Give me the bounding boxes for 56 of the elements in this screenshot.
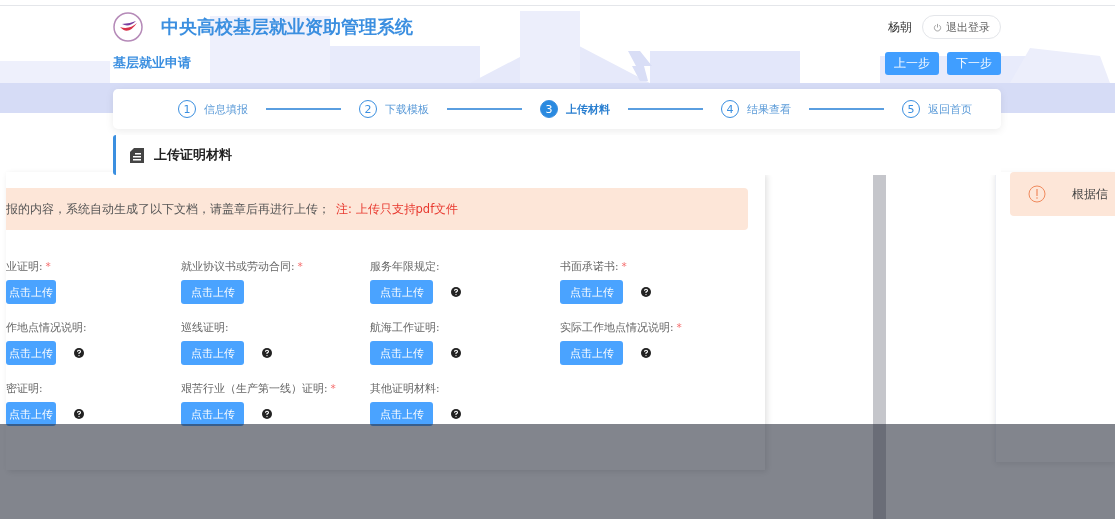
upload-button[interactable]: 点击上传 (6, 402, 56, 426)
step-label[interactable]: 返回首页 (928, 101, 972, 117)
scrollbar[interactable] (873, 172, 886, 519)
help-icon[interactable] (451, 348, 461, 358)
upload-label: 实际工作地点情况说明: * (560, 321, 683, 335)
upload-label: 作地点情况说明: (6, 321, 88, 335)
step-label[interactable]: 结果查看 (747, 101, 791, 117)
step-label[interactable]: 信息填报 (204, 101, 248, 117)
previous-button[interactable]: 上一步 (885, 51, 939, 75)
upload-button[interactable]: 点击上传 (560, 280, 623, 304)
upload-label: 业证明: * (6, 260, 52, 274)
page-subtitle: 基层就业申请 (113, 54, 191, 72)
upload-label: 书面承诺书: * (560, 260, 628, 274)
upload-button[interactable]: 点击上传 (6, 341, 56, 365)
logout-button[interactable]: 退出登录 (922, 15, 1001, 39)
document-icon (130, 147, 144, 163)
upload-button[interactable]: 点击上传 (370, 402, 433, 426)
step-number: 4 (721, 100, 739, 118)
user-name: 杨朝 (888, 18, 912, 36)
help-icon[interactable] (74, 409, 84, 419)
upload-label: 其他证明材料: (370, 382, 441, 396)
upload-button[interactable]: 点击上传 (560, 341, 623, 365)
help-icon[interactable] (74, 348, 84, 358)
step-label[interactable]: 上传材料 (566, 101, 610, 117)
system-title: 中央高校基层就业资助管理系统 (161, 15, 413, 39)
warning-icon (1028, 185, 1046, 203)
upload-label: 就业协议书或劳动合同: * (181, 260, 304, 274)
step-number: 2 (359, 100, 377, 118)
help-icon[interactable] (262, 348, 272, 358)
step-number: 3 (540, 100, 558, 118)
notice-text: 报的内容，系统自动生成了以下文档，请盖章后再进行上传； (6, 201, 330, 217)
next-button[interactable]: 下一步 (947, 51, 1001, 75)
power-icon (933, 22, 942, 32)
upload-button[interactable]: 点击上传 (6, 280, 56, 304)
help-icon[interactable] (451, 409, 461, 419)
upload-label: 巡线证明: (181, 321, 230, 335)
section-title: 上传证明材料 (154, 146, 232, 164)
pdf-note: 注: 上传只支持pdf文件 (336, 201, 459, 217)
help-icon[interactable] (641, 348, 651, 358)
upload-button[interactable]: 点击上传 (181, 280, 244, 304)
help-icon[interactable] (451, 287, 461, 297)
help-icon[interactable] (262, 409, 272, 419)
step-label[interactable]: 下载模板 (385, 101, 429, 117)
upload-button[interactable]: 点击上传 (181, 402, 244, 426)
step-number: 5 (902, 100, 920, 118)
upload-button[interactable]: 点击上传 (370, 280, 433, 304)
upload-button[interactable]: 点击上传 (181, 341, 244, 365)
step-number: 1 (178, 100, 196, 118)
upload-label: 艰苦行业（生产第一线）证明: * (181, 382, 337, 396)
help-icon[interactable] (641, 287, 651, 297)
upload-label: 服务年限规定: (370, 260, 441, 274)
upload-label: 密证明: (6, 382, 44, 396)
upload-button[interactable]: 点击上传 (370, 341, 433, 365)
upload-label: 航海工作证明: (370, 321, 441, 335)
side-alert-text: 根据信 (1072, 185, 1108, 203)
logo-icon (113, 12, 143, 42)
